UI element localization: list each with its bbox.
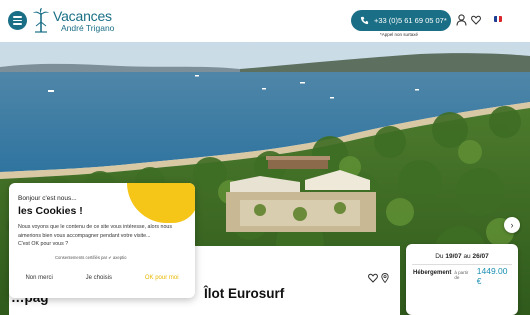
cookie-greeting: Bonjour c'est nous... [18, 195, 77, 202]
camping-title: Îlot Eurosurf [204, 286, 285, 301]
phone-note: *Appel non surtaxé [380, 32, 419, 37]
cookie-decoration [127, 183, 195, 223]
cookie-accept-button[interactable]: OK pour moi [145, 275, 179, 281]
cookie-choose-button[interactable]: Je choisis [86, 275, 112, 281]
menu-button[interactable] [8, 11, 27, 30]
booking-card: Du 19/07 au 26/07 Hébergement à partir d… [406, 244, 518, 315]
price-value: 1449.00 € [476, 266, 508, 286]
phone-button[interactable]: +33 (0)5 61 69 05 07* [351, 10, 451, 31]
map-pin-icon[interactable] [381, 273, 389, 283]
camping-title-card: Îlot Eurosurf [194, 246, 400, 315]
cookie-buttons: Non merci Je choisis OK pour moi [9, 275, 195, 281]
cookie-consent-modal: Bonjour c'est nous... les Cookies ! Nous… [9, 183, 195, 298]
site-logo[interactable]: Vacances André Trigano [32, 7, 114, 35]
booking-dates[interactable]: Du 19/07 au 26/07 [406, 253, 518, 260]
site-header: Vacances André Trigano +33 (0)5 61 69 05… [0, 0, 530, 42]
favorite-heart-icon[interactable] [368, 273, 378, 283]
logo-subtitle: André Trigano [61, 23, 115, 34]
cookie-title: les Cookies ! [18, 205, 83, 217]
divider [412, 264, 512, 265]
account-icon[interactable] [456, 14, 467, 26]
hero-next-button[interactable]: › [504, 217, 520, 233]
cookie-body: Nous voyons que le contenu de ce site vo… [18, 224, 172, 247]
cookie-decline-button[interactable]: Non merci [25, 275, 52, 281]
accommodation-price-row[interactable]: Hébergement à partir de 1449.00 € [413, 266, 513, 286]
favorites-heart-icon[interactable] [471, 15, 481, 25]
consent-certified-text: Consentements certifiés par ✔ axeptio [55, 255, 127, 260]
date-to: 26/07 [472, 253, 489, 260]
chevron-right-icon: › [510, 220, 514, 230]
price-from-text: à partir de [454, 270, 469, 280]
logo-title: Vacances [53, 8, 112, 25]
page: Vacances André Trigano +33 (0)5 61 69 05… [0, 0, 530, 315]
logo-palm-icon [33, 8, 49, 33]
hamburger-icon [13, 16, 22, 18]
date-from: 19/07 [445, 253, 462, 260]
french-flag-icon[interactable] [494, 16, 502, 22]
phone-icon [360, 16, 369, 25]
accommodation-label: Hébergement [413, 270, 452, 276]
phone-number: +33 (0)5 61 69 05 07* [374, 16, 447, 25]
